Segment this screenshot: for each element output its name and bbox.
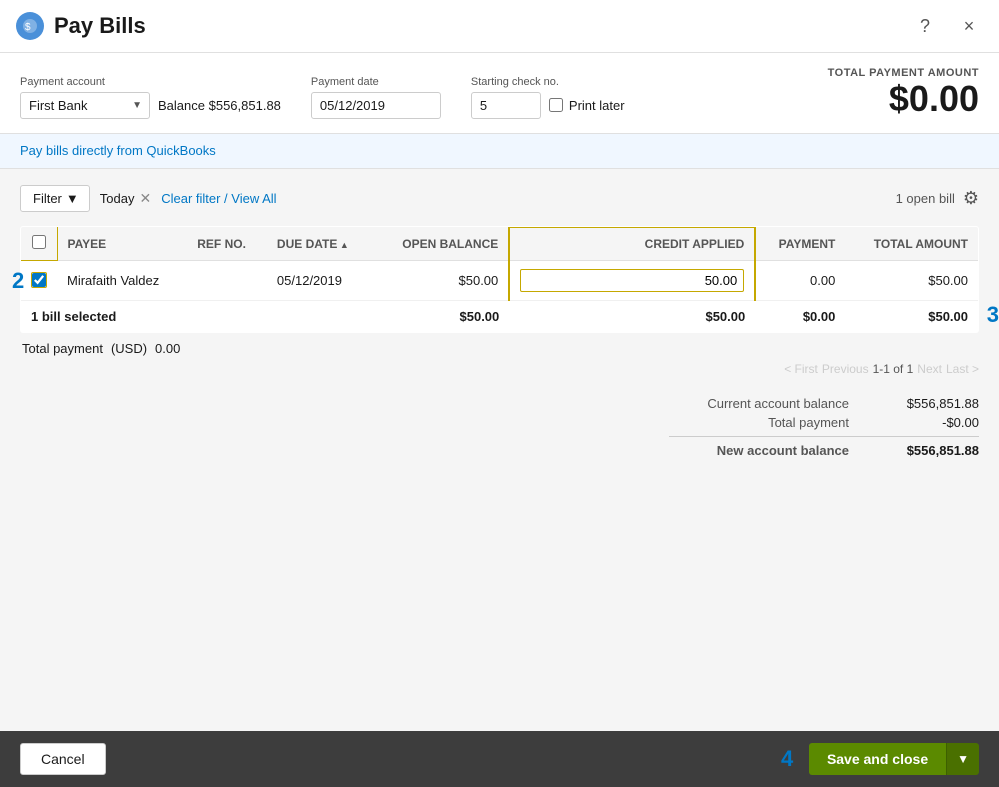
page-range: 1-1 of 1 [873,362,914,376]
payment-date-group: Payment date [311,76,441,119]
payee-name: Mirafaith Valdez [67,273,159,288]
payment-account-label: Payment account [20,76,281,88]
save-close-button[interactable]: Save and close [809,743,946,775]
filter-label: Filter [33,191,62,206]
payment-date-input[interactable] [311,92,441,119]
current-balance-row: Current account balance $556,851.88 [669,396,979,411]
header-actions: ? × [911,12,983,40]
summary-label: 1 bill selected [21,301,188,333]
clear-filter-link[interactable]: Clear filter / View All [161,191,276,206]
qb-link[interactable]: Pay bills directly from QuickBooks [20,143,216,158]
print-later-wrap: Print later [549,98,625,113]
bill-table: PAYEE REF NO. DUE DATE OPEN BALANCE CRED… [20,226,979,334]
pagination: < First Previous 1-1 of 1 Next Last > [20,362,979,376]
total-payment-wrap: TOTAL PAYMENT AMOUNT $0.00 [828,67,979,119]
due-date-cell: 05/12/2019 [267,261,374,301]
summary-payment: $0.00 [755,301,845,333]
open-bill-count: 1 open bill ⚙ [896,188,979,209]
print-later-checkbox[interactable] [549,98,563,112]
footer: Cancel 4 Save and close ▼ [0,731,999,787]
total-payment-amount: $0.00 [828,79,979,119]
credit-applied-cell [509,261,755,301]
total-payment-balance-value: -$0.00 [879,415,979,430]
summary-empty2 [267,301,374,333]
ref-no-header: REF NO. [187,227,267,261]
total-payment-row: Total payment -$0.00 [669,415,979,430]
app-header: $ Pay Bills ? × [0,0,999,53]
next-page-btn[interactable]: Next [917,362,942,376]
step-4-indicator: 4 [781,746,793,772]
open-balance-cell: $50.00 [374,261,510,301]
open-balance-header: OPEN BALANCE [374,227,510,261]
previous-page-btn[interactable]: Previous [822,362,869,376]
print-later-label[interactable]: Print later [569,98,625,113]
checkbox-border [31,272,47,288]
save-close-dropdown-button[interactable]: ▼ [946,743,979,775]
cancel-button[interactable]: Cancel [20,743,106,775]
credit-applied-header: CREDIT APPLIED [509,227,755,261]
filter-button[interactable]: Filter ▼ [20,185,90,212]
help-button[interactable]: ? [911,12,939,40]
page-title: Pay Bills [54,13,146,39]
payee-header: PAYEE [57,227,187,261]
due-date-header[interactable]: DUE DATE [267,227,374,261]
total-payment-balance-label: Total payment [669,415,849,430]
new-balance-label: New account balance [669,443,849,458]
payment-date-label: Payment date [311,76,441,88]
main-content: Filter ▼ Today ✕ Clear filter / View All… [0,169,999,731]
starting-check-group: Starting check no. Print later [471,76,625,119]
svg-text:$: $ [25,22,31,33]
save-close-wrap: Save and close ▼ [809,743,979,775]
starting-check-input[interactable] [471,92,541,119]
first-page-btn[interactable]: < First [784,362,818,376]
credit-applied-input[interactable] [520,269,744,292]
total-amount-cell: $50.00 [845,261,978,301]
current-balance-label: Current account balance [669,396,849,411]
payment-account-select[interactable]: First Bank [20,92,150,119]
summary-credit-applied: $50.00 [509,301,755,333]
row-checkbox-cell [21,261,58,301]
starting-check-label: Starting check no. [471,76,625,88]
total-payment-currency: (USD) [111,341,147,356]
last-page-btn[interactable]: Last > [946,362,979,376]
payee-cell: Mirafaith Valdez [57,261,187,301]
current-balance-value: $556,851.88 [879,396,979,411]
row-checkbox[interactable] [32,273,46,287]
balance-text: Balance $556,851.88 [158,98,281,113]
new-balance-value: $556,851.88 [879,443,979,458]
summary-row: 1 bill selected $50.00 $50.00 $0.00 $50.… [21,301,979,333]
balance-summary: Current account balance $556,851.88 Tota… [20,396,979,458]
chip-label: Today [100,191,135,206]
select-all-checkbox[interactable] [32,235,46,249]
title-wrap: $ Pay Bills [16,12,146,40]
ref-no-cell [187,261,267,301]
total-payment-value: 0.00 [155,341,180,356]
filter-chip-today: Today ✕ [100,191,151,206]
summary-empty [187,301,267,333]
open-bill-count-text: 1 open bill [896,191,955,206]
step-3-indicator: 3 [987,302,999,328]
app-icon: $ [16,12,44,40]
new-balance-row: New account balance $556,851.88 [669,436,979,458]
payment-account-group: Payment account First Bank ▼ Balance $55… [20,76,281,119]
total-payment-label: Total payment [22,341,103,356]
step-2-indicator: 2 [12,268,24,294]
close-button[interactable]: × [955,12,983,40]
total-amount-header: TOTAL AMOUNT [845,227,978,261]
select-all-header [21,227,58,261]
table-wrap: 2 3 PAYEE REF NO. DUE DATE OPEN BALANCE … [20,226,979,334]
table-row: Mirafaith Valdez 05/12/2019 $50.00 0.00 … [21,261,979,301]
payment-cell: 0.00 [755,261,845,301]
filter-dropdown-icon: ▼ [66,191,79,206]
settings-button[interactable]: ⚙ [963,188,979,209]
total-row: Total payment (USD) 0.00 [20,341,979,356]
form-section: Payment account First Bank ▼ Balance $55… [0,53,999,134]
qb-link-section: Pay bills directly from QuickBooks [0,134,999,169]
chip-close-button[interactable]: ✕ [139,191,151,205]
filter-bar: Filter ▼ Today ✕ Clear filter / View All… [20,185,979,212]
summary-total-amount: $50.00 [845,301,978,333]
summary-open-balance: $50.00 [374,301,510,333]
payment-header: PAYMENT [755,227,845,261]
